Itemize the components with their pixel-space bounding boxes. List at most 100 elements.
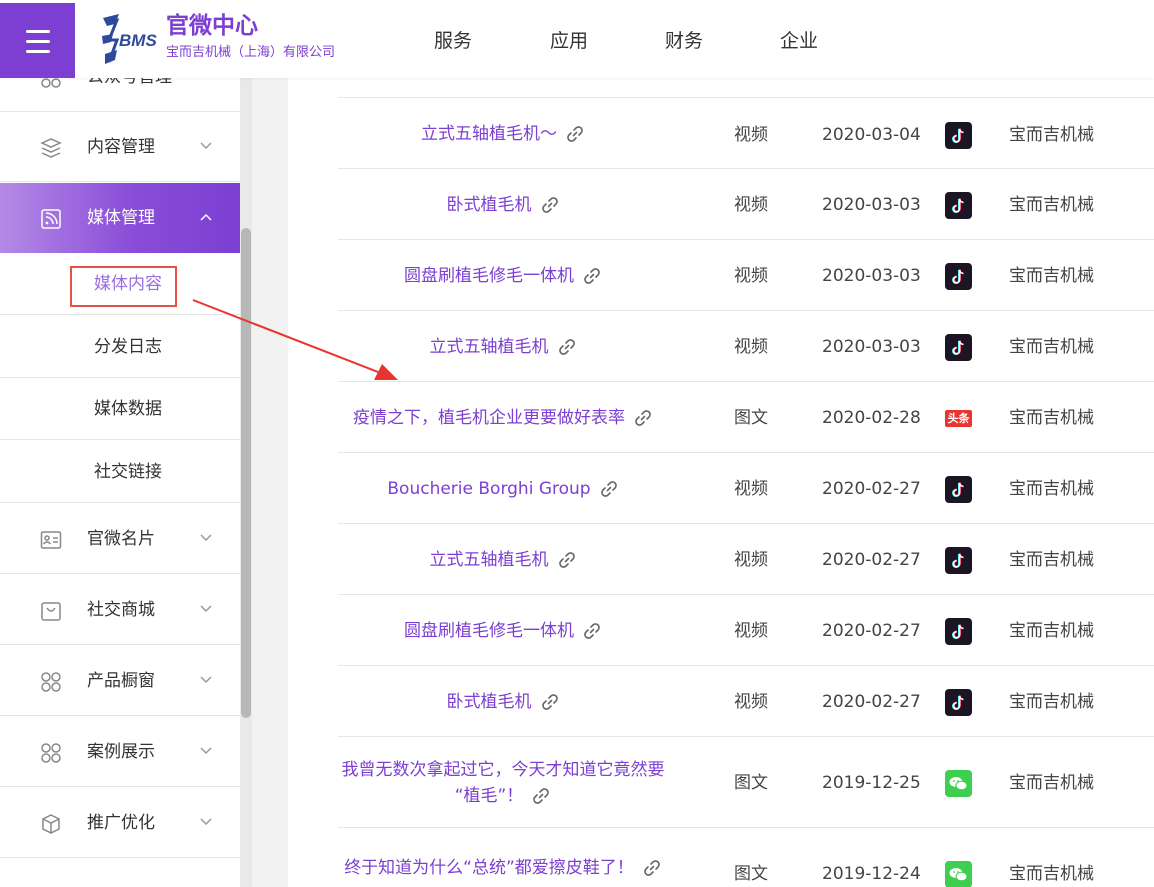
title-cell: 立式五轴植毛机 bbox=[338, 311, 668, 382]
link-icon[interactable] bbox=[557, 550, 577, 570]
date-cell: 2019-12-25 bbox=[822, 773, 921, 793]
link-icon[interactable] bbox=[531, 786, 551, 806]
owner-cell: 宝而吉机械 bbox=[1009, 550, 1094, 570]
sidebar-subitem-distribution-log[interactable]: 分发日志 bbox=[0, 316, 240, 378]
owner-cell: 宝而吉机械 bbox=[1009, 408, 1094, 428]
type-cell: 视频 bbox=[734, 479, 768, 499]
hamburger-menu-button[interactable] bbox=[0, 3, 75, 78]
table-row: 立式五轴植毛机 视频 2020-03-03 宝而吉机械 bbox=[338, 310, 1154, 381]
title-link[interactable]: 圆盘刷植毛修毛一体机 bbox=[404, 263, 574, 289]
nav-finance[interactable]: 财务 bbox=[665, 28, 703, 54]
sidebar-item-label: 案例展示 bbox=[87, 742, 155, 762]
sidebar-item-media[interactable]: 媒体管理 bbox=[0, 183, 240, 253]
sidebar-item-official-account[interactable]: 公众号管理 bbox=[0, 78, 240, 112]
wechat-icon bbox=[945, 770, 972, 797]
hamburger-line bbox=[26, 40, 50, 43]
brand-title: 官微中心 bbox=[166, 13, 258, 39]
title-link[interactable]: 终于知道为什么“总统”都爱擦皮鞋了！ bbox=[344, 855, 634, 881]
title-link[interactable]: 立式五轴植毛机 bbox=[430, 334, 549, 360]
link-icon[interactable] bbox=[633, 408, 653, 428]
chevron-down-icon bbox=[200, 142, 212, 150]
sidebar-item-cases[interactable]: 案例展示 bbox=[0, 717, 240, 787]
date-cell: 2020-02-27 bbox=[822, 550, 921, 570]
sidebar-item-label: 媒体管理 bbox=[87, 208, 155, 228]
link-icon[interactable] bbox=[599, 479, 619, 499]
type-cell: 视频 bbox=[734, 550, 768, 570]
sidebar-item-card[interactable]: 官微名片 bbox=[0, 504, 240, 574]
type-cell: 视频 bbox=[734, 125, 768, 145]
table-row: 我曾无数次拿起过它，今天才知道它竟然要 “植毛”！ 图文 2019-12-25 宝而吉机… bbox=[338, 736, 1154, 827]
sidebar-item-promotion[interactable]: 推广优化 bbox=[0, 788, 240, 858]
svg-text:BMS: BMS bbox=[119, 31, 157, 50]
douyin-icon bbox=[945, 547, 972, 574]
sidebar-subitem-social-links[interactable]: 社交链接 bbox=[0, 441, 240, 503]
sidebar-subitem-media-content[interactable]: 媒体内容 bbox=[0, 253, 240, 315]
nav-enterprise[interactable]: 企业 bbox=[780, 28, 818, 54]
table-row: 立式五轴植毛机 视频 2020-02-27 宝而吉机械 bbox=[338, 523, 1154, 594]
nav-apps[interactable]: 应用 bbox=[550, 28, 588, 54]
title-link[interactable]: “植毛”！ bbox=[455, 786, 524, 806]
title-link[interactable]: 卧式植毛机 bbox=[447, 689, 532, 715]
sidebar-subitem-label: 分发日志 bbox=[94, 337, 162, 357]
hamburger-line bbox=[26, 50, 50, 53]
title-cell: 圆盘刷植毛修毛一体机 bbox=[338, 595, 668, 666]
table-row: 圆盘刷植毛修毛一体机 视频 2020-03-03 宝而吉机械 bbox=[338, 239, 1154, 310]
id-card-icon bbox=[40, 531, 62, 549]
rss-icon bbox=[41, 209, 61, 229]
douyin-icon bbox=[945, 618, 972, 645]
grid-circles-icon bbox=[41, 78, 61, 88]
sidebar-item-label: 产品橱窗 bbox=[87, 671, 155, 691]
bms-logo-icon: BMS bbox=[102, 14, 157, 64]
title-cell: Boucherie Borghi Group bbox=[338, 453, 668, 524]
sidebar-item-label: 公众号管理 bbox=[87, 78, 172, 90]
link-icon[interactable] bbox=[557, 337, 577, 357]
sidebar-item-shop[interactable]: 社交商城 bbox=[0, 575, 240, 645]
title-link[interactable]: 卧式植毛机 bbox=[447, 192, 532, 218]
sidebar: 公众号管理 内容管理 媒体管理 媒体内容 分发日志 媒体数据 社交链接 官微名片 bbox=[0, 78, 240, 887]
type-cell: 视频 bbox=[734, 266, 768, 286]
link-icon[interactable] bbox=[540, 195, 560, 215]
title-link[interactable]: 我曾无数次拿起过它，今天才知道它竟然要 bbox=[342, 757, 665, 783]
owner-cell: 宝而吉机械 bbox=[1009, 337, 1094, 357]
type-cell: 图文 bbox=[734, 773, 768, 793]
layers-icon bbox=[40, 138, 62, 158]
title-link[interactable]: 疫情之下，植毛机企业更要做好表率 bbox=[353, 405, 625, 431]
company-name: 宝而吉机械（上海）有限公司 bbox=[166, 45, 336, 60]
title-link[interactable]: 圆盘刷植毛修毛一体机 bbox=[404, 618, 574, 644]
owner-cell: 宝而吉机械 bbox=[1009, 621, 1094, 641]
date-cell: 2020-02-27 bbox=[822, 692, 921, 712]
type-cell: 视频 bbox=[734, 337, 768, 357]
douyin-icon bbox=[945, 263, 972, 290]
type-cell: 图文 bbox=[734, 864, 768, 884]
top-header: BMS 官微中心 宝而吉机械（上海）有限公司 服务 应用 财务 企业 bbox=[0, 0, 1154, 78]
title-cell: 我曾无数次拿起过它，今天才知道它竟然要 “植毛”！ bbox=[338, 737, 668, 828]
sidebar-subitem-media-data[interactable]: 媒体数据 bbox=[0, 378, 240, 440]
sidebar-subitem-label: 媒体数据 bbox=[94, 399, 162, 419]
sidebar-scrollbar-thumb[interactable] bbox=[241, 228, 251, 718]
title-link[interactable]: Boucherie Borghi Group bbox=[387, 476, 590, 502]
grid-circles-icon bbox=[41, 672, 61, 692]
title-link[interactable]: 立式五轴植毛机～ bbox=[421, 121, 557, 147]
link-icon[interactable] bbox=[582, 266, 602, 286]
cube-icon bbox=[42, 814, 60, 834]
title-cell: 圆盘刷植毛修毛一体机 bbox=[338, 240, 668, 311]
owner-cell: 宝而吉机械 bbox=[1009, 195, 1094, 215]
chevron-down-icon bbox=[200, 676, 212, 684]
link-icon[interactable] bbox=[582, 621, 602, 641]
link-icon[interactable] bbox=[565, 124, 585, 144]
title-cell: 立式五轴植毛机～ bbox=[338, 98, 668, 169]
grid-circles-icon bbox=[41, 743, 61, 763]
douyin-icon bbox=[945, 476, 972, 503]
nav-service[interactable]: 服务 bbox=[434, 28, 472, 54]
sidebar-item-content[interactable]: 内容管理 bbox=[0, 112, 240, 182]
link-icon[interactable] bbox=[642, 858, 662, 878]
chevron-down-icon bbox=[200, 747, 212, 755]
type-cell: 视频 bbox=[734, 621, 768, 641]
title-cell: 终于知道为什么“总统”都爱擦皮鞋了！ bbox=[338, 828, 668, 887]
sidebar-subitem-label: 社交链接 bbox=[94, 462, 162, 482]
title-link[interactable]: 立式五轴植毛机 bbox=[430, 547, 549, 573]
chevron-up-icon bbox=[200, 213, 212, 221]
sidebar-item-showcase[interactable]: 产品橱窗 bbox=[0, 646, 240, 716]
date-cell: 2020-03-03 bbox=[822, 337, 921, 357]
link-icon[interactable] bbox=[540, 692, 560, 712]
